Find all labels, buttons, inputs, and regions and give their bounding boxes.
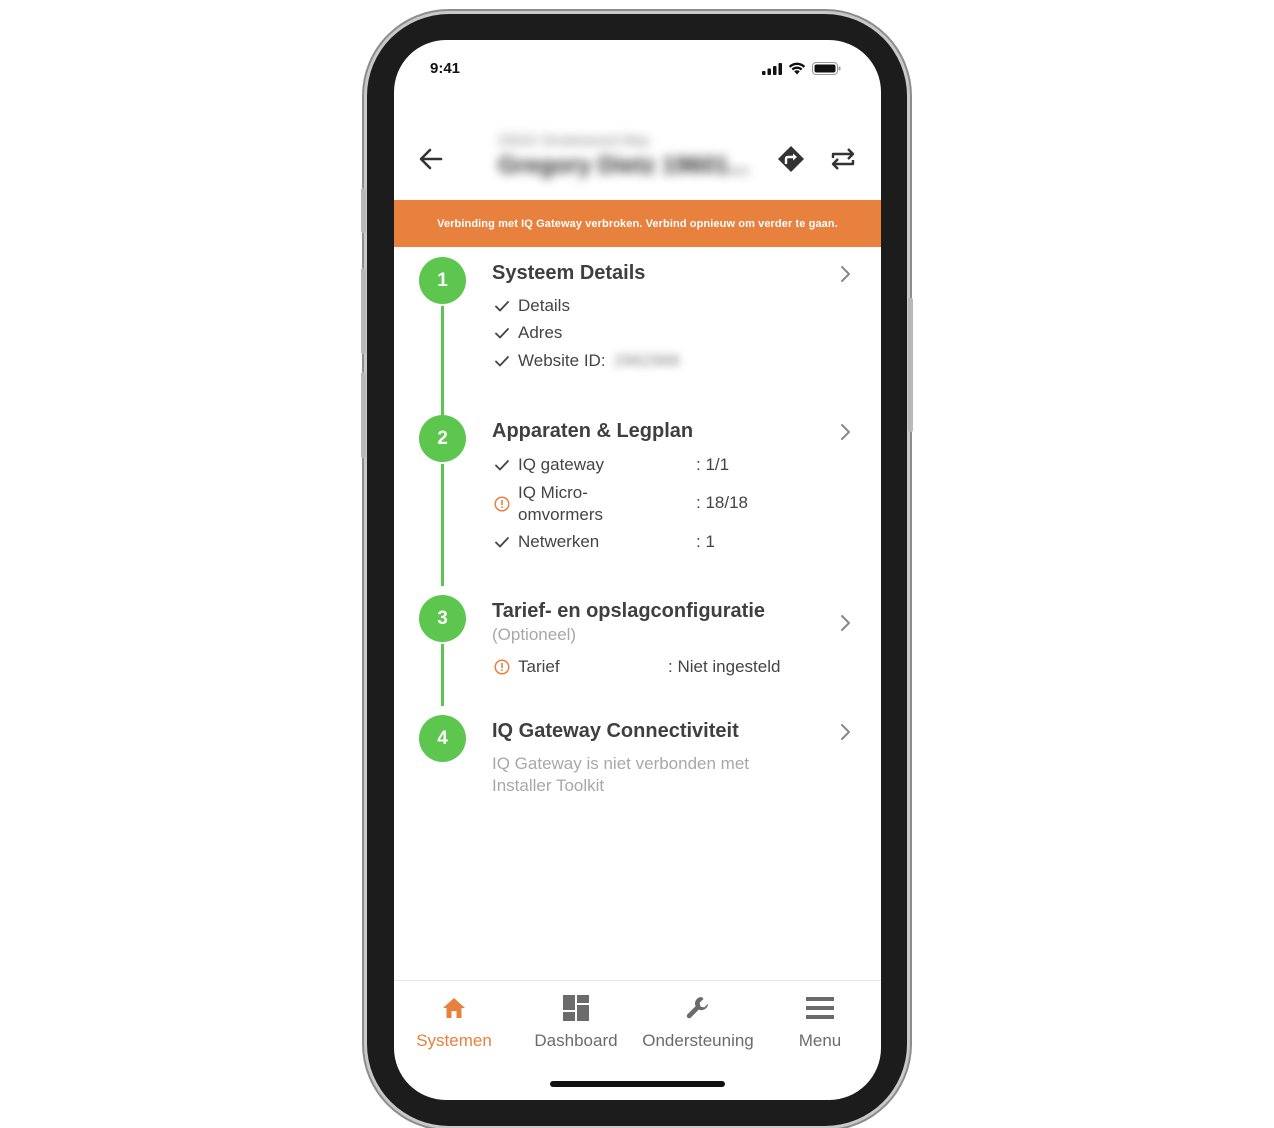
step-subtitle: Installer Toolkit [492,776,605,795]
step-number-badge: 3 [419,595,466,642]
volume-down-button [361,372,366,458]
item-label: Tarief [518,657,560,676]
home-icon [443,998,465,1018]
item-label: IQ Micro- [518,483,588,502]
warning-icon [492,657,512,677]
tab-label: Ondersteuning [642,1031,754,1050]
check-icon [492,532,512,552]
chevron-right-icon[interactable] [837,723,853,741]
back-button[interactable] [416,144,446,174]
item-value: : 1 [696,532,715,551]
dashboard-icon [563,995,589,1021]
tab-label: Systemen [416,1031,492,1050]
volume-up-button [361,268,366,354]
item-value: : 18/18 [696,493,748,512]
chevron-right-icon[interactable] [837,423,853,441]
item-label: Details [518,296,570,315]
step-subtitle: IQ Gateway is niet verbonden met [492,754,750,773]
website-id-value: 2982988 [613,351,680,370]
item-label: Adres [518,323,563,342]
battery-icon [812,62,841,75]
checklist-item: IQ gateway [492,455,604,475]
system-address: 25022 Smokewood Way [498,132,650,148]
checklist-item: Tarief [492,657,560,677]
item-label: Website ID: [518,351,606,370]
directions-button[interactable] [776,144,806,174]
step-title: IQ Gateway Connectiviteit [492,720,739,742]
checklist-item: Adres [492,323,562,343]
tab-label: Menu [798,1031,842,1050]
check-icon [492,323,512,343]
item-label: IQ gateway [518,455,604,474]
repeat-icon [831,148,855,170]
arrow-left-icon [419,148,443,170]
item-label: Netwerken [518,532,600,551]
chevron-right-icon[interactable] [837,614,853,632]
checklist-item: Website ID: 2982988 [492,351,680,371]
switch-system-button[interactable] [828,144,858,174]
step-connector [441,644,444,706]
power-button [908,298,913,432]
wifi-icon [788,62,806,75]
menu-icon [806,997,834,1019]
status-icons [762,62,841,75]
step-number-badge: 4 [419,715,466,762]
tab-label: Dashboard [534,1031,618,1050]
check-icon [492,351,512,371]
checklist-item: IQ Micro- omvormers [492,482,603,526]
check-icon [492,296,512,316]
status-time: 9:41 [430,60,461,77]
step-number-badge: 2 [419,415,466,462]
step-number-badge: 1 [419,257,466,304]
step-connector [441,306,444,416]
home-indicator[interactable] [550,1081,725,1087]
step-title: Apparaten & Legplan [492,420,694,442]
warning-icon [492,494,512,514]
item-label-multiline: IQ Micro- omvormers [518,482,603,526]
step-subtitle: (Optioneel) [492,625,577,644]
item-label: omvormers [518,505,604,524]
wrench-icon [686,997,709,1019]
step-connector [441,464,444,586]
checklist-item: Netwerken [492,532,599,552]
header-title: 25022 Smokewood Way Gregory Dietz 19601.… [498,132,778,180]
tab-ondersteuning[interactable]: Ondersteuning [638,993,758,1051]
step-title: Systeem Details [492,262,646,284]
step-title: Tarief- en opslagconfiguratie [492,600,765,622]
tab-dashboard[interactable]: Dashboard [516,993,636,1051]
checklist-item: Details [492,296,570,316]
tab-menu[interactable]: Menu [760,993,880,1051]
signal-icon [762,62,782,75]
check-icon [492,455,512,475]
directions-icon [778,146,804,172]
system-name: Gregory Dietz 19601... [498,152,749,179]
app-screen: 9:41 25022 Smokewood Way Gregory Dietz 1… [394,40,881,1100]
item-value: : Niet ingesteld [668,657,781,676]
connection-warning-banner: Verbinding met IQ Gateway verbroken. Ver… [394,200,881,247]
mute-switch [361,188,366,233]
item-value: : 1/1 [696,455,730,474]
chevron-right-icon[interactable] [837,265,853,283]
app-header: 25022 Smokewood Way Gregory Dietz 19601.… [394,120,881,198]
tab-systemen[interactable]: Systemen [394,993,514,1051]
